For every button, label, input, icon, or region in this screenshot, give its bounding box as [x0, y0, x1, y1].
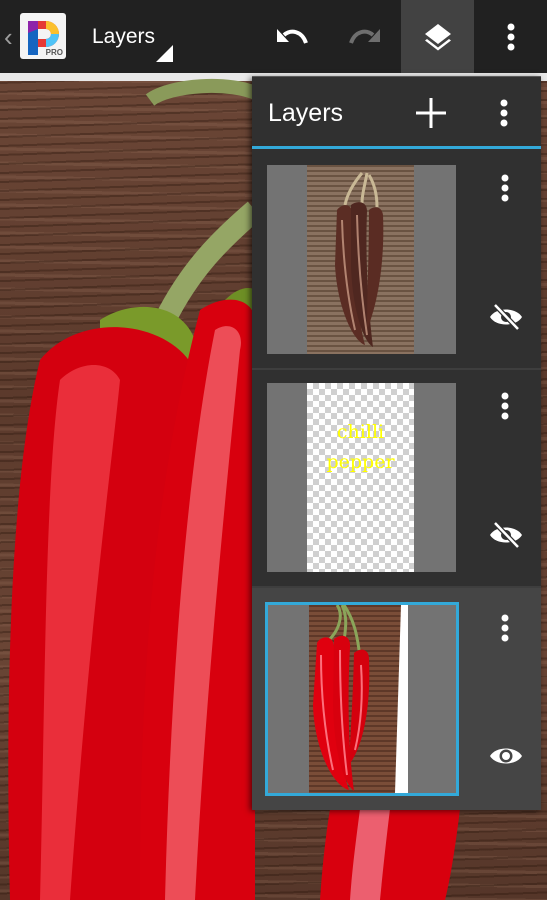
action-bar: ‹ PRO Layers	[0, 0, 547, 73]
eye-off-icon	[490, 521, 522, 549]
layer-item-selected[interactable]	[252, 588, 541, 810]
red-chilli-image	[313, 605, 416, 793]
mode-label: Layers	[92, 25, 156, 48]
layer-menu-button[interactable]	[490, 384, 520, 428]
pro-badge: PRO	[45, 48, 63, 57]
text-line: chilli	[336, 421, 385, 443]
text-layer-preview: chilli pepper	[307, 417, 414, 477]
up-navigation-icon[interactable]: ‹	[4, 24, 13, 50]
dropdown-triangle-icon	[156, 45, 173, 62]
undo-button[interactable]	[255, 0, 328, 73]
more-vert-icon	[501, 392, 509, 420]
layer-image-red-chillies	[309, 605, 416, 793]
layer-thumbnail[interactable]	[265, 602, 459, 796]
chilli-stem	[145, 79, 264, 106]
layers-panel-title: Layers	[268, 99, 344, 127]
eye-icon	[490, 748, 522, 764]
more-vert-icon	[507, 23, 514, 50]
layer-menu-button[interactable]	[490, 606, 520, 650]
plus-icon	[416, 98, 446, 128]
redo-icon	[348, 28, 380, 44]
layer-image-sepia-chillies	[307, 165, 414, 354]
layers-button[interactable]	[401, 0, 474, 73]
layer-menu-button[interactable]	[490, 166, 520, 210]
layers-panel-menu-button[interactable]	[488, 93, 520, 133]
layer-visibility-toggle[interactable]	[486, 517, 526, 553]
layer-thumbnail[interactable]	[267, 165, 456, 354]
mode-spinner[interactable]: Layers	[92, 0, 176, 73]
add-layer-button[interactable]	[411, 93, 451, 133]
transparent-layer-preview: chilli pepper	[307, 383, 414, 572]
more-vert-icon	[501, 174, 509, 202]
layer-thumbnail[interactable]: chilli pepper	[267, 383, 456, 572]
layers-panel: Layers chilli pepper	[252, 76, 541, 810]
layer-item[interactable]: chilli pepper	[252, 370, 541, 588]
sepia-chilli-image	[335, 172, 384, 347]
layer-visibility-toggle[interactable]	[486, 738, 526, 774]
chilli-right	[320, 809, 460, 900]
undo-icon	[276, 28, 308, 44]
layer-item[interactable]	[252, 152, 541, 370]
text-line: pepper	[326, 451, 395, 473]
layers-panel-header: Layers	[252, 77, 541, 149]
layers-icon	[424, 23, 451, 50]
app-logo[interactable]: PRO	[20, 13, 66, 59]
more-vert-icon	[501, 614, 509, 642]
eye-off-icon	[490, 303, 522, 331]
more-vert-icon	[500, 99, 508, 127]
overflow-menu-button[interactable]	[474, 0, 547, 73]
layer-visibility-toggle[interactable]	[486, 299, 526, 335]
redo-button[interactable]	[328, 0, 401, 73]
